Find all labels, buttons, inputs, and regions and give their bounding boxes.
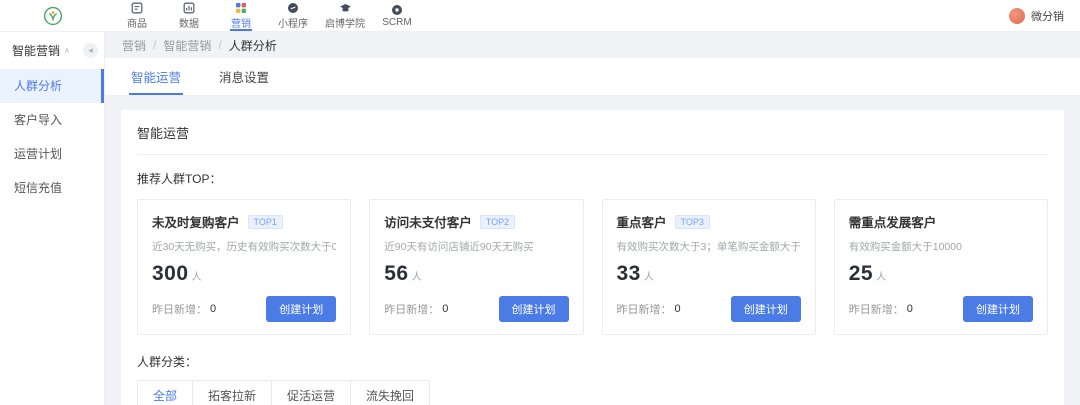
app-logo <box>0 6 105 26</box>
sidebar-item-label: 运营计划 <box>14 147 62 161</box>
breadcrumb-smart-marketing[interactable]: 智能营销 <box>163 37 211 54</box>
top3-badge: TOP3 <box>675 215 710 229</box>
nav-item-scrm[interactable]: SCRM <box>371 0 423 31</box>
stat-card-key-customers: 重点客户 TOP3 有效购买次数大于3；单笔购买金额大于100 33 人 昨日新… <box>602 199 816 335</box>
create-plan-button[interactable]: 创建计划 <box>266 296 336 322</box>
nav-label: 小程序 <box>278 15 308 30</box>
top-nav: 商品 数据 营销 小程序 启博学院 <box>111 0 423 31</box>
classify-tab-all[interactable]: 全部 <box>138 381 193 405</box>
create-plan-button[interactable]: 创建计划 <box>499 296 569 322</box>
classify-tabs: 全部 拓客拉新 促活运营 流失挽回 <box>137 380 430 405</box>
stat-unit: 人 <box>412 268 422 283</box>
top2-badge: TOP2 <box>480 215 515 229</box>
sidebar: 智能营销 ∧ ◂ 人群分析 客户导入 运营计划 短信充值 <box>0 32 105 405</box>
classify-tab-winback[interactable]: 流失挽回 <box>351 381 429 405</box>
breadcrumb-separator: / <box>153 38 156 52</box>
sidebar-collapse-button[interactable]: ◂ <box>83 43 98 58</box>
user-menu[interactable]: 微分销 <box>1009 8 1064 24</box>
create-plan-button[interactable]: 创建计划 <box>963 296 1033 322</box>
sidebar-group-smart-marketing[interactable]: 智能营销 ∧ ◂ <box>0 32 104 69</box>
content-panel: 智能运营 推荐人群TOP： 未及时复购客户 TOP1 近30天无购买，历史有效购… <box>121 110 1064 405</box>
yesterday-value: 0 <box>442 303 448 315</box>
nav-label: 启博学院 <box>325 15 365 30</box>
nav-item-marketing[interactable]: 营销 <box>215 0 267 31</box>
stat-card-growth-customers: 需重点发展客户 有效购买金额大于10000 25 人 昨日新增：0 创建计划 <box>834 199 1048 335</box>
nav-item-academy[interactable]: 启博学院 <box>319 0 371 31</box>
recommend-label: 推荐人群TOP： <box>137 170 1048 187</box>
yesterday-label: 昨日新增： <box>384 301 439 317</box>
logo-plant-icon <box>43 6 63 26</box>
nav-label: 营销 <box>231 15 251 30</box>
stat-card-unpaid-visitors: 访问未支付客户 TOP2 近90天有访问店铺近90天无购买 56 人 昨日新增：… <box>369 199 583 335</box>
sidebar-item-label: 客户导入 <box>14 113 62 127</box>
stat-count: 33 <box>617 262 641 286</box>
tab-message-settings[interactable]: 消息设置 <box>217 58 271 95</box>
scrm-icon <box>391 4 403 16</box>
classify-tab-acquisition[interactable]: 拓客拉新 <box>193 381 272 405</box>
data-chart-icon <box>183 2 195 14</box>
stat-unit: 人 <box>192 268 202 283</box>
sidebar-item-label: 短信充值 <box>14 181 62 195</box>
breadcrumb-current: 人群分析 <box>229 37 277 54</box>
yesterday-value: 0 <box>907 303 913 315</box>
yesterday-label: 昨日新增： <box>152 301 207 317</box>
sidebar-group-label: 智能营销 <box>12 42 60 59</box>
yesterday-value: 0 <box>210 303 216 315</box>
stat-card-desc: 有效购买次数大于3；单笔购买金额大于100 <box>617 239 801 254</box>
stat-card-title: 访问未支付客户 <box>384 212 472 231</box>
stat-card-repurchase: 未及时复购客户 TOP1 近30天无购买，历史有效购买次数大于0 300 人 昨… <box>137 199 351 335</box>
section-title: 智能运营 <box>137 123 1048 155</box>
top-bar: 商品 数据 营销 小程序 启博学院 <box>0 0 1080 32</box>
nav-label: 商品 <box>127 15 147 30</box>
graduation-cap-icon <box>339 2 352 14</box>
yesterday-value: 0 <box>675 303 681 315</box>
user-name: 微分销 <box>1031 8 1064 24</box>
sidebar-item-operation-plan[interactable]: 运营计划 <box>0 137 104 171</box>
stat-card-desc: 近90天有访问店铺近90天无购买 <box>384 239 568 254</box>
nav-item-data[interactable]: 数据 <box>163 0 215 31</box>
collapse-arrow-icon: ◂ <box>88 45 93 55</box>
stat-card-desc: 近30天无购买，历史有效购买次数大于0 <box>152 239 336 254</box>
stat-unit: 人 <box>644 268 654 283</box>
sidebar-item-audience-analysis[interactable]: 人群分析 <box>0 69 104 103</box>
breadcrumb: 营销 / 智能营销 / 人群分析 <box>105 32 1080 58</box>
nav-item-products[interactable]: 商品 <box>111 0 163 31</box>
miniprogram-icon <box>287 2 299 14</box>
stat-card-desc: 有效购买金额大于10000 <box>849 239 1033 254</box>
stat-card-title: 重点客户 <box>617 212 667 231</box>
breadcrumb-separator: / <box>218 38 221 52</box>
yesterday-label: 昨日新增： <box>617 301 672 317</box>
stat-unit: 人 <box>876 268 886 283</box>
create-plan-button[interactable]: 创建计划 <box>731 296 801 322</box>
page-tabs: 智能运营 消息设置 <box>105 58 1080 96</box>
classify-tab-activation[interactable]: 促活运营 <box>272 381 351 405</box>
nav-label: 数据 <box>179 15 199 30</box>
chevron-up-icon: ∧ <box>64 46 83 55</box>
nav-item-miniprogram[interactable]: 小程序 <box>267 0 319 31</box>
stat-count: 300 <box>152 262 189 286</box>
sidebar-item-customer-import[interactable]: 客户导入 <box>0 103 104 137</box>
stat-card-title: 需重点发展客户 <box>849 212 937 231</box>
sidebar-item-sms-recharge[interactable]: 短信充值 <box>0 171 104 205</box>
top1-badge: TOP1 <box>248 215 283 229</box>
classify-label: 人群分类： <box>137 353 1048 370</box>
main-area: 营销 / 智能营销 / 人群分析 智能运营 消息设置 智能运营 推荐人群TOP：… <box>105 32 1080 405</box>
stat-card-row: 未及时复购客户 TOP1 近30天无购买，历史有效购买次数大于0 300 人 昨… <box>137 199 1048 335</box>
tab-smart-operation[interactable]: 智能运营 <box>129 58 183 95</box>
products-icon <box>131 2 143 14</box>
nav-label: SCRM <box>382 17 411 28</box>
stat-count: 25 <box>849 262 873 286</box>
stat-card-title: 未及时复购客户 <box>152 212 240 231</box>
user-avatar <box>1009 8 1025 24</box>
marketing-grid-icon <box>235 2 247 14</box>
yesterday-label: 昨日新增： <box>849 301 904 317</box>
stat-count: 56 <box>384 262 408 286</box>
sidebar-item-label: 人群分析 <box>14 79 62 93</box>
breadcrumb-marketing[interactable]: 营销 <box>122 37 146 54</box>
